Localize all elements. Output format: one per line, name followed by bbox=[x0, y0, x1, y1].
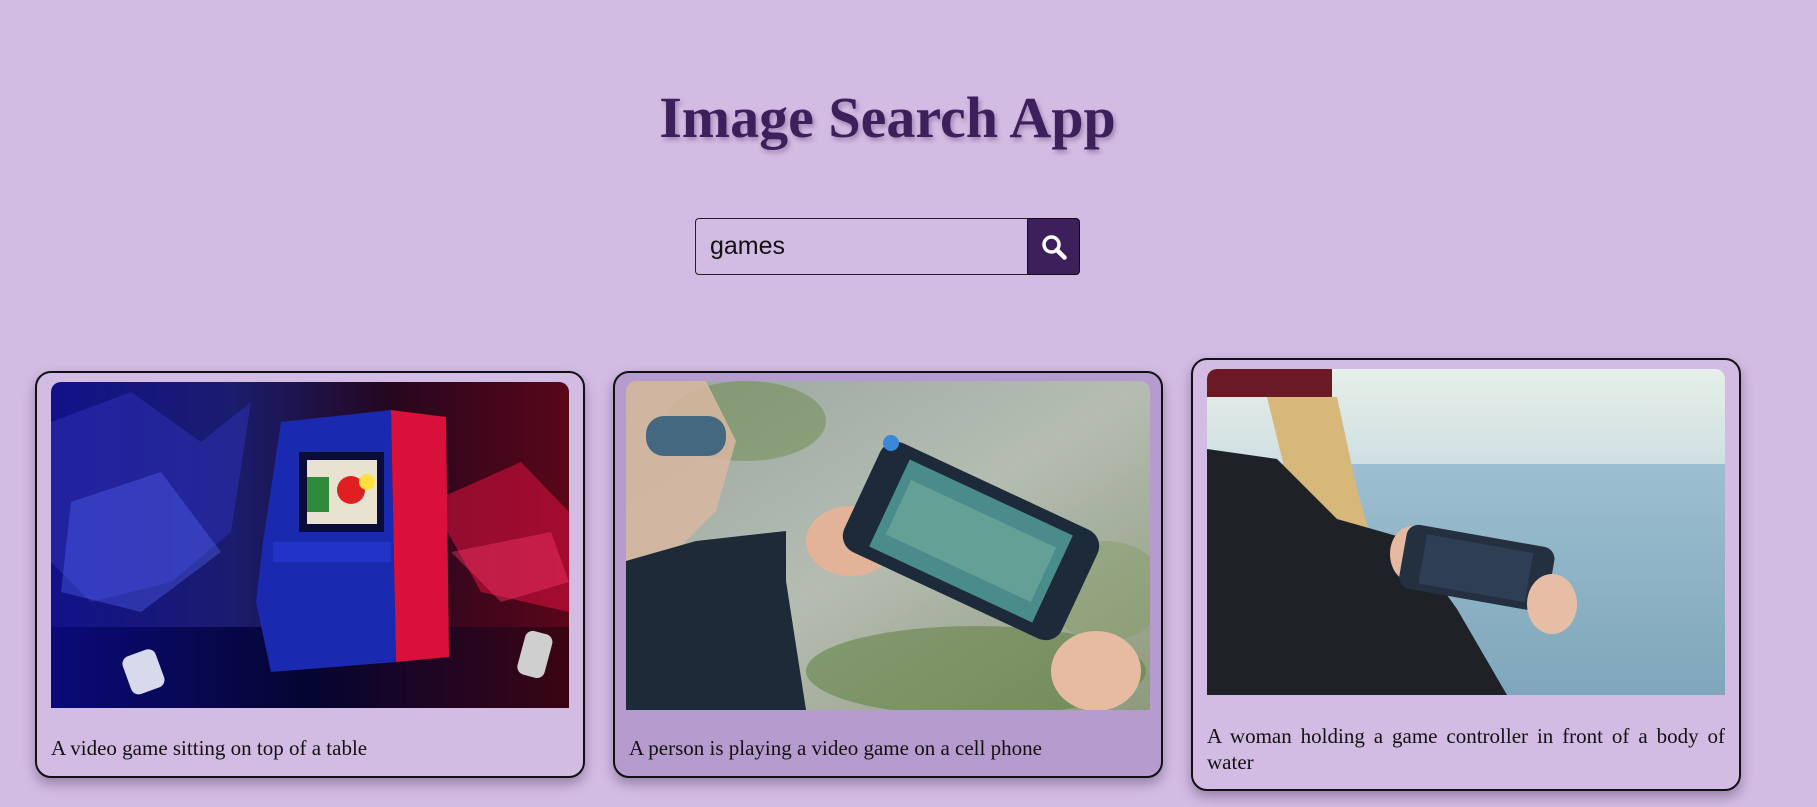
search-button[interactable] bbox=[1027, 218, 1080, 275]
search-form bbox=[695, 218, 1080, 275]
result-card[interactable]: A person is playing a video game on a ce… bbox=[613, 371, 1163, 778]
result-caption: A person is playing a video game on a ce… bbox=[629, 736, 1042, 760]
result-caption: A woman holding a game controller in fro… bbox=[1207, 724, 1725, 774]
result-card[interactable]: A video game sitting on top of a table bbox=[35, 371, 585, 778]
handheld-console-image[interactable] bbox=[626, 381, 1150, 710]
arcade-console-image[interactable] bbox=[51, 382, 569, 708]
woman-console-sea-image[interactable] bbox=[1207, 369, 1725, 695]
search-input[interactable] bbox=[695, 218, 1027, 275]
result-caption: A video game sitting on top of a table bbox=[51, 736, 368, 760]
result-card[interactable]: A woman holding a game controller in fro… bbox=[1191, 358, 1741, 791]
search-icon bbox=[1041, 234, 1067, 260]
page-title: Image Search App bbox=[659, 85, 1116, 150]
